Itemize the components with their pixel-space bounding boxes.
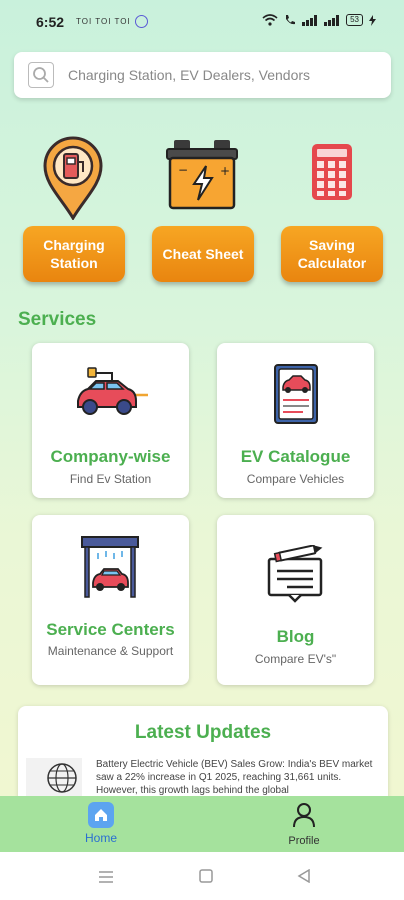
car-charging-icon [77,367,148,415]
home-square-icon[interactable] [199,869,213,883]
svg-text:+: + [220,164,230,178]
signal-icon-2 [324,14,340,26]
garage-icon [81,536,139,598]
nav-profile[interactable]: Profile [281,802,327,847]
calculator-icon [312,144,352,200]
search-input[interactable] [68,67,368,83]
ev-catalogue-subtitle: Compare Vehicles [246,472,345,486]
system-nav-bar [0,852,404,900]
saving-calculator-button[interactable]: Saving Calculator [281,226,383,282]
call-icon [286,15,296,25]
status-icons: 53 [262,14,376,26]
location-pin-charger-icon [43,136,103,220]
menu-icon[interactable] [98,870,114,884]
battery-indicator: 53 [346,14,363,26]
nav-profile-label: Profile [288,835,320,847]
home-icon [88,802,114,828]
ev-catalogue-title: EV Catalogue [240,447,351,466]
nav-home-label: Home [84,831,117,845]
company-wise-subtitle: Find Ev Station [69,472,152,486]
service-centers-card[interactable]: Service Centers Maintenance & Support [32,515,189,685]
ev-catalogue-card[interactable]: EV Catalogue Compare Vehicles [217,343,374,498]
service-centers-subtitle: Maintenance & Support [47,644,174,658]
status-time: 6:52 [36,14,65,30]
service-centers-title: Service Centers [46,620,175,639]
company-wise-title: Company-wise [50,447,171,466]
services-heading: Services [18,309,97,330]
quick-actions: − + Charging Station Cheat Sheet Saving … [0,130,404,290]
back-icon[interactable] [297,869,311,883]
cheat-sheet-button[interactable]: Cheat Sheet [152,226,254,282]
vpn-icon [135,15,148,28]
bottom-nav: Home Profile [0,796,404,852]
blog-card[interactable]: Blog Compare EV's" [217,515,374,685]
blog-icon [267,545,323,603]
company-wise-card[interactable]: Company-wise Find Ev Station [32,343,189,498]
svg-text:−: − [178,163,188,177]
catalogue-icon [274,364,318,424]
search-bar[interactable] [14,52,391,98]
signal-icon [302,14,318,26]
profile-icon [293,803,315,828]
status-carriers: TOI TOI TOI [76,17,131,26]
nav-home[interactable]: Home [78,802,124,845]
latest-updates-panel: Latest Updates Battery Electric Vehicle … [18,706,388,806]
battery-icon: − + [166,140,238,210]
globe-icon [26,758,82,798]
charging-station-button[interactable]: Charging Station [23,226,125,282]
latest-updates-title: Latest Updates [134,722,272,743]
blog-title: Blog [276,627,315,646]
search-icon [28,62,54,88]
wifi-icon [262,14,278,26]
blog-subtitle: Compare EV's" [254,652,337,666]
status-bar: 6:52 TOI TOI TOI 53 [0,0,404,44]
charging-bolt-icon [369,14,376,26]
